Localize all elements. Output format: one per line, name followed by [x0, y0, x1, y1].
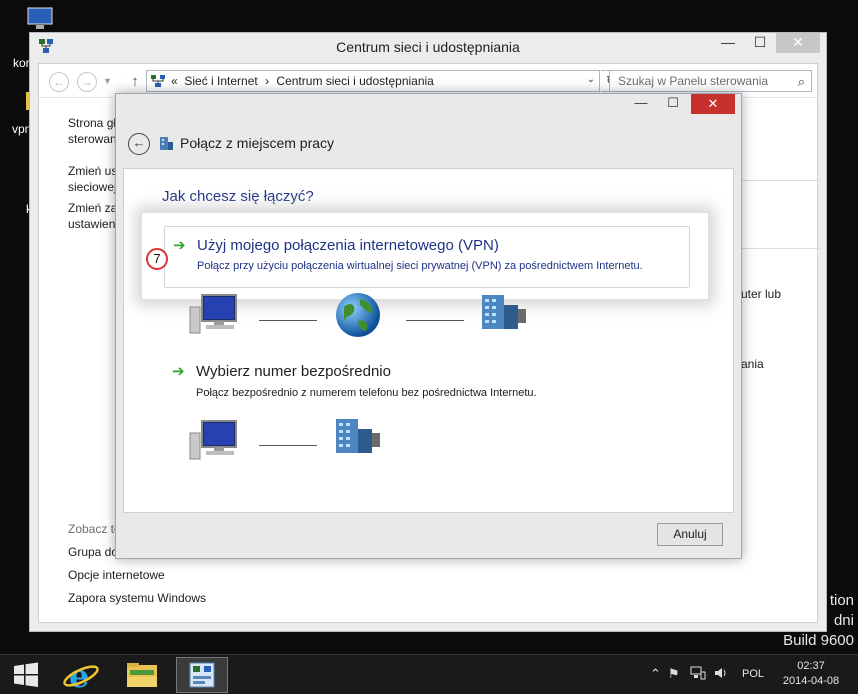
- connection-line: [406, 320, 464, 321]
- dialog-header: ← Połącz z miejscem pracy: [116, 118, 741, 168]
- green-arrow-icon: ➔: [172, 363, 185, 380]
- dialog-back-button[interactable]: ←: [128, 133, 150, 155]
- internet-globe-icon: [334, 291, 382, 342]
- sidebar-link-internet-options[interactable]: Opcje internetowe: [68, 567, 165, 583]
- taskbar-control-panel[interactable]: [176, 657, 228, 693]
- sidebar-link-change-sharing[interactable]: Zmień za ustawieni: [68, 200, 118, 232]
- breadcrumb-network-internet[interactable]: Sieć i Internet: [184, 74, 257, 88]
- network-location-icon: [150, 74, 166, 91]
- step-number-badge: 7: [146, 248, 168, 270]
- connection-line: [259, 320, 317, 321]
- sidebar-link-line: sieciowej: [68, 180, 117, 194]
- connection-line: [259, 445, 317, 446]
- forward-button[interactable]: →: [77, 72, 97, 92]
- tray-language[interactable]: POL: [742, 668, 764, 680]
- sidebar-link-change-adapter[interactable]: Zmień us sieciowej: [68, 163, 117, 195]
- sidebar-link-line: sterowani: [68, 132, 120, 146]
- start-button[interactable]: [0, 657, 52, 693]
- file-explorer-icon: [127, 663, 157, 687]
- workplace-server-icon: [480, 293, 528, 336]
- clock-date: 2014-04-08: [782, 675, 840, 687]
- sharing-text-fragment: ania: [741, 357, 764, 371]
- address-bar[interactable]: « Sieć i Internet › Centrum sieci i udos…: [146, 70, 600, 92]
- section-divider: [741, 180, 821, 181]
- breadcrumb-separator-icon[interactable]: ›: [265, 74, 269, 88]
- chevron-down-icon[interactable]: ⌄: [587, 74, 595, 85]
- cancel-button[interactable]: Anuluj: [657, 523, 723, 546]
- search-input[interactable]: Szukaj w Panelu sterowania ⌕: [609, 70, 812, 92]
- connection-question: Jak chcesz się łączyć?: [162, 188, 314, 205]
- internet-explorer-icon: e: [63, 657, 99, 694]
- tray-show-hidden-icon[interactable]: ⌃: [650, 666, 661, 682]
- sidebar-link-control-panel-home[interactable]: Strona gł sterowani: [68, 115, 119, 147]
- minimize-button[interactable]: —: [714, 33, 742, 53]
- dialup-option[interactable]: ➔ Wybierz numer bezpośrednio Połącz bezp…: [172, 357, 692, 403]
- router-text-fragment: uter lub: [741, 287, 782, 301]
- search-placeholder: Szukaj w Panelu sterowania: [618, 74, 769, 88]
- green-arrow-icon: ➔: [173, 237, 186, 254]
- vpn-option[interactable]: ➔ Użyj mojego połączenia internetowego (…: [164, 226, 690, 288]
- connect-workplace-dialog: — ☐ ✕ ← Połącz z miejscem pracy Jak chce…: [115, 93, 742, 559]
- desktop-label-computer: kor: [13, 56, 30, 70]
- search-icon[interactable]: ⌕: [798, 74, 805, 90]
- vpn-option-title: Użyj mojego połączenia internetowego (VP…: [197, 237, 499, 254]
- watermark-line-3: Build 9600: [783, 632, 854, 649]
- sidebar-link-line: Zmień us: [68, 164, 118, 178]
- see-also-heading: Zobacz te: [68, 522, 121, 536]
- control-panel-icon: [189, 662, 215, 688]
- breadcrumb-sharing-center[interactable]: Centrum sieci i udostępniania: [276, 74, 433, 88]
- workplace-icon: [158, 135, 174, 154]
- window-title: Centrum sieci i udostępniania: [336, 39, 520, 55]
- dialog-title: Połącz z miejscem pracy: [180, 135, 335, 151]
- nav-history-dropdown-icon[interactable]: ▼: [103, 76, 112, 86]
- back-button[interactable]: ←: [49, 72, 69, 92]
- maximize-button[interactable]: ☐: [746, 33, 774, 53]
- windows-logo-icon: [14, 662, 38, 687]
- desktop-computer-icon[interactable]: [26, 6, 54, 35]
- sidebar-link-line: Strona gł: [68, 116, 117, 130]
- taskbar: e ⌃ ⚑ POL 02:37 2014-04-08: [0, 654, 858, 694]
- tray-volume-icon[interactable]: [714, 666, 728, 683]
- tray-clock[interactable]: 02:37 2014-04-08: [780, 659, 842, 689]
- taskbar-file-explorer[interactable]: [116, 657, 168, 693]
- section-divider: [741, 248, 821, 249]
- dialup-option-title: Wybierz numer bezpośrednio: [196, 363, 391, 380]
- workplace-server-icon: [334, 417, 382, 460]
- sidebar-link-windows-firewall[interactable]: Zapora systemu Windows: [68, 590, 206, 606]
- breadcrumb-overflow[interactable]: «: [171, 74, 178, 88]
- sidebar-link-line: Zmień za: [68, 201, 118, 215]
- breadcrumb: « Sieć i Internet › Centrum sieci i udos…: [171, 74, 434, 88]
- dialog-maximize-button[interactable]: ☐: [659, 94, 687, 114]
- dialup-option-description: Połącz bezpośrednio z numerem telefonu b…: [196, 387, 537, 399]
- sidebar-link-homegroup[interactable]: Grupa do: [68, 544, 118, 560]
- dialog-minimize-button[interactable]: —: [627, 94, 655, 114]
- tray-network-icon[interactable]: [690, 666, 706, 683]
- close-button[interactable]: ✕: [776, 33, 820, 53]
- vpn-option-description: Połącz przy użyciu połączenia wirtualnej…: [197, 260, 643, 272]
- clock-time: 02:37: [797, 660, 825, 672]
- computer-icon: [188, 419, 240, 466]
- dialog-body: Jak chcesz się łączyć? ➔ Użyj mojego poł…: [123, 168, 734, 513]
- up-button[interactable]: ↑: [127, 72, 143, 92]
- tray-flag-icon[interactable]: ⚑: [668, 666, 680, 682]
- dialog-close-button[interactable]: ✕: [691, 94, 735, 114]
- sidebar-link-line: ustawieni: [68, 217, 119, 231]
- taskbar-internet-explorer[interactable]: e: [56, 657, 108, 694]
- computer-icon: [188, 293, 240, 340]
